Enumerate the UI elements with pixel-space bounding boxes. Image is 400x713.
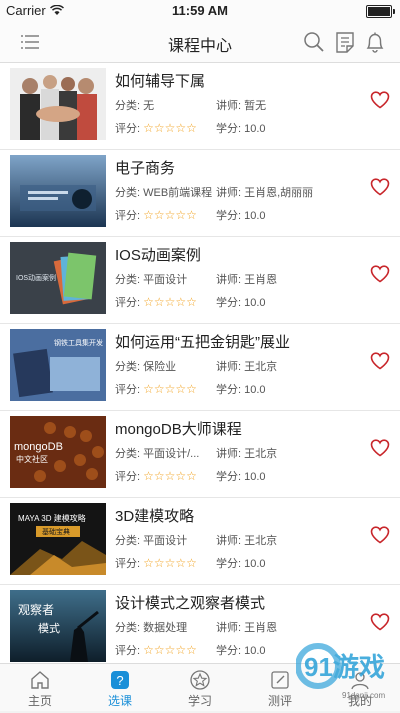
notes-icon[interactable] [333, 30, 357, 54]
thumbnail-subcaption: 基础宝典 [42, 527, 70, 536]
thumbnail-subcaption: 模式 [38, 622, 60, 635]
course-row[interactable]: 电子商务 分类: WEB前端课程 讲师: 王肖恩,胡丽丽 评分: ☆☆☆☆☆ 学… [0, 150, 400, 237]
course-category: 分类: 无 [115, 100, 155, 112]
heart-icon[interactable] [370, 526, 390, 546]
tab-label: 选课 [107, 694, 132, 708]
svg-text:91游戏: 91游戏 [304, 652, 385, 682]
course-list[interactable]: 如何辅导下属 分类: 无 讲师: 暂无 评分: ☆☆☆☆☆ 学分: 10.0 电… [0, 63, 400, 663]
thumbnail-caption: 观察者 [18, 603, 54, 617]
watermark-logo: 91游戏 91danji.com [295, 630, 396, 708]
course-title[interactable]: 电子商务 [115, 157, 175, 178]
bell-icon[interactable] [363, 30, 387, 54]
course-row[interactable]: mongoDB 中文社区 mongoDB大师课程 分类: 平面设计/... 讲师… [0, 411, 400, 498]
course-row[interactable]: 钢铁工具集开发 如何运用“五把金钥匙”展业 分类: 保险业 讲师: 王北京 评分… [0, 324, 400, 411]
edit-icon [269, 669, 291, 691]
course-credit: 学分: 10.0 [216, 471, 266, 483]
star-rating: ☆☆☆☆☆ [143, 208, 197, 222]
star-rating: ☆☆☆☆☆ [143, 643, 197, 657]
course-thumbnail[interactable]: mongoDB 中文社区 [10, 416, 106, 488]
heart-icon[interactable] [370, 352, 390, 372]
course-credit: 学分: 10.0 [216, 123, 266, 135]
thumbnail-caption: MAYA 3D 建模攻略 [18, 513, 86, 523]
course-teacher: 讲师: 王北京 [216, 361, 278, 373]
star-rating: ☆☆☆☆☆ [143, 295, 197, 309]
course-rating: 评分: ☆☆☆☆☆ [115, 469, 197, 483]
star-rating: ☆☆☆☆☆ [143, 469, 197, 483]
tab-study[interactable]: 学习 [160, 667, 240, 709]
course-thumbnail[interactable] [10, 68, 106, 140]
course-teacher: 讲师: 王北京 [216, 448, 278, 460]
course-title[interactable]: mongoDB大师课程 [115, 418, 242, 439]
course-thumbnail[interactable]: 观察者 模式 [10, 590, 106, 662]
course-rating: 评分: ☆☆☆☆☆ [115, 121, 197, 135]
tab-home[interactable]: 主页 [0, 667, 80, 709]
thumbnail-subcaption: 中文社区 [16, 454, 48, 464]
tab-label: 学习 [187, 694, 212, 708]
course-thumbnail[interactable] [10, 155, 106, 227]
thumbnail-caption: 钢铁工具集开发 [54, 338, 103, 347]
course-title[interactable]: IOS动画案例 [115, 244, 201, 265]
nav-bar: 课程中心 [0, 22, 400, 63]
course-category: 分类: 平面设计 [115, 274, 188, 286]
course-category: 分类: 保险业 [115, 361, 177, 373]
course-title[interactable]: 3D建模攻略 [115, 505, 194, 526]
course-teacher: 讲师: 王北京 [216, 535, 278, 547]
heart-icon[interactable] [370, 178, 390, 198]
course-teacher: 讲师: 王肖恩,胡丽丽 [216, 187, 314, 199]
course-title[interactable]: 设计模式之观察者模式 [115, 592, 265, 613]
course-teacher: 讲师: 暂无 [216, 100, 267, 112]
svg-text:91danji.com: 91danji.com [342, 691, 385, 700]
course-rating: 评分: ☆☆☆☆☆ [115, 295, 197, 309]
heart-icon[interactable] [370, 265, 390, 285]
heart-icon[interactable] [370, 439, 390, 459]
course-thumbnail[interactable]: IOS动画案例 [10, 242, 106, 314]
course-category: 分类: WEB前端课程 [115, 187, 213, 199]
course-category: 分类: 数据处理 [115, 622, 188, 634]
course-credit: 学分: 10.0 [216, 297, 266, 309]
status-bar: Carrier 11:59 AM [0, 0, 400, 22]
star-rating: ☆☆☆☆☆ [143, 382, 197, 396]
course-credit: 学分: 10.0 [216, 645, 266, 657]
thumbnail-caption: IOS动画案例 [16, 273, 56, 282]
course-row[interactable]: MAYA 3D 建模攻略 基础宝典 3D建模攻略 分类: 平面设计 讲师: 王北… [0, 498, 400, 585]
battery-icon [366, 5, 395, 18]
star-rating: ☆☆☆☆☆ [143, 556, 197, 570]
tab-label: 主页 [27, 694, 52, 708]
course-rating: 评分: ☆☆☆☆☆ [115, 643, 197, 657]
clock: 11:59 AM [172, 3, 228, 18]
course-title[interactable]: 如何运用“五把金钥匙”展业 [115, 331, 290, 352]
course-rating: 评分: ☆☆☆☆☆ [115, 382, 197, 396]
course-rating: 评分: ☆☆☆☆☆ [115, 556, 197, 570]
course-thumbnail[interactable]: MAYA 3D 建模攻略 基础宝典 [10, 503, 106, 575]
course-row[interactable]: 如何辅导下属 分类: 无 讲师: 暂无 评分: ☆☆☆☆☆ 学分: 10.0 [0, 63, 400, 150]
course-rating: 评分: ☆☆☆☆☆ [115, 208, 197, 222]
help-icon: ? [109, 669, 131, 691]
home-icon [29, 669, 51, 691]
search-icon[interactable] [302, 30, 326, 54]
course-credit: 学分: 10.0 [216, 384, 266, 396]
course-credit: 学分: 10.0 [216, 210, 266, 222]
star-icon [189, 669, 211, 691]
star-rating: ☆☆☆☆☆ [143, 121, 197, 135]
thumbnail-caption: mongoDB [14, 441, 63, 453]
course-title[interactable]: 如何辅导下属 [115, 70, 205, 91]
course-category: 分类: 平面设计 [115, 535, 188, 547]
course-teacher: 讲师: 王肖恩 [216, 622, 278, 634]
course-thumbnail[interactable]: 钢铁工具集开发 [10, 329, 106, 401]
course-row[interactable]: IOS动画案例 IOS动画案例 分类: 平面设计 讲师: 王肖恩 评分: ☆☆☆… [0, 237, 400, 324]
course-credit: 学分: 10.0 [216, 558, 266, 570]
heart-icon[interactable] [370, 91, 390, 111]
course-category: 分类: 平面设计/... [115, 448, 200, 460]
course-teacher: 讲师: 王肖恩 [216, 274, 278, 286]
svg-text:?: ? [116, 673, 123, 688]
tab-courses[interactable]: ? 选课 [80, 667, 160, 709]
